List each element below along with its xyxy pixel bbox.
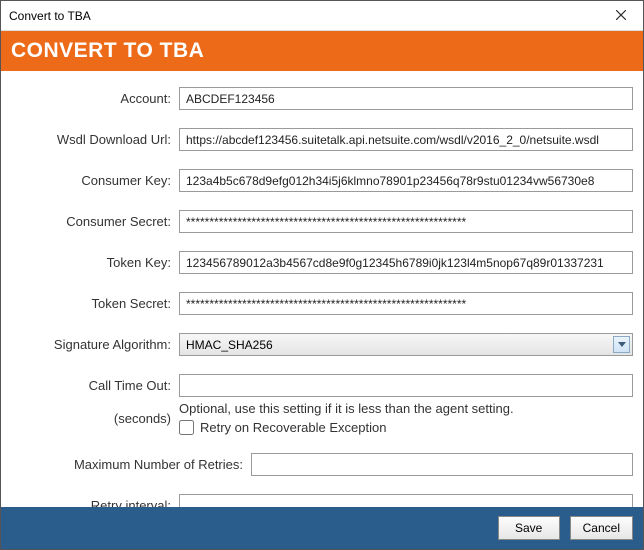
signature-algorithm-label: Signature Algorithm: [11,337,179,352]
consumer-secret-label: Consumer Secret: [11,214,179,229]
call-timeout-label: Call Time Out: [11,378,179,393]
dialog-window: Convert to TBA CONVERT TO TBA Account: W… [0,0,644,550]
token-secret-input[interactable] [179,292,633,315]
wsdl-input[interactable] [179,128,633,151]
max-retries-label: Maximum Number of Retries: [11,457,251,472]
retry-interval-input[interactable] [179,494,633,507]
retry-interval-label: Retry interval: [11,498,179,507]
call-timeout-hint: Optional, use this setting if it is less… [179,401,514,416]
token-key-label: Token Key: [11,255,179,270]
account-label: Account: [11,91,179,106]
close-icon [616,8,626,23]
footer: Save Cancel [1,507,643,549]
max-retries-input[interactable] [251,453,633,476]
titlebar: Convert to TBA [1,1,643,31]
signature-algorithm-select[interactable]: HMAC_SHA256 [179,333,633,356]
window-title: Convert to TBA [9,9,91,23]
save-button[interactable]: Save [498,516,560,540]
consumer-secret-input[interactable] [179,210,633,233]
consumer-key-input[interactable] [179,169,633,192]
cancel-button[interactable]: Cancel [570,516,633,540]
wsdl-label: Wsdl Download Url: [11,132,179,147]
token-secret-label: Token Secret: [11,296,179,311]
call-timeout-units: (seconds) [11,411,179,426]
retry-recoverable-label: Retry on Recoverable Exception [200,420,386,435]
close-button[interactable] [598,1,643,31]
token-key-input[interactable] [179,251,633,274]
banner-title: CONVERT TO TBA [11,39,204,62]
form-content: Account: Wsdl Download Url: Consumer Key… [1,71,643,507]
banner: CONVERT TO TBA [1,31,643,71]
consumer-key-label: Consumer Key: [11,173,179,188]
retry-recoverable-checkbox[interactable] [179,420,194,435]
account-input[interactable] [179,87,633,110]
call-timeout-input[interactable] [179,374,633,397]
